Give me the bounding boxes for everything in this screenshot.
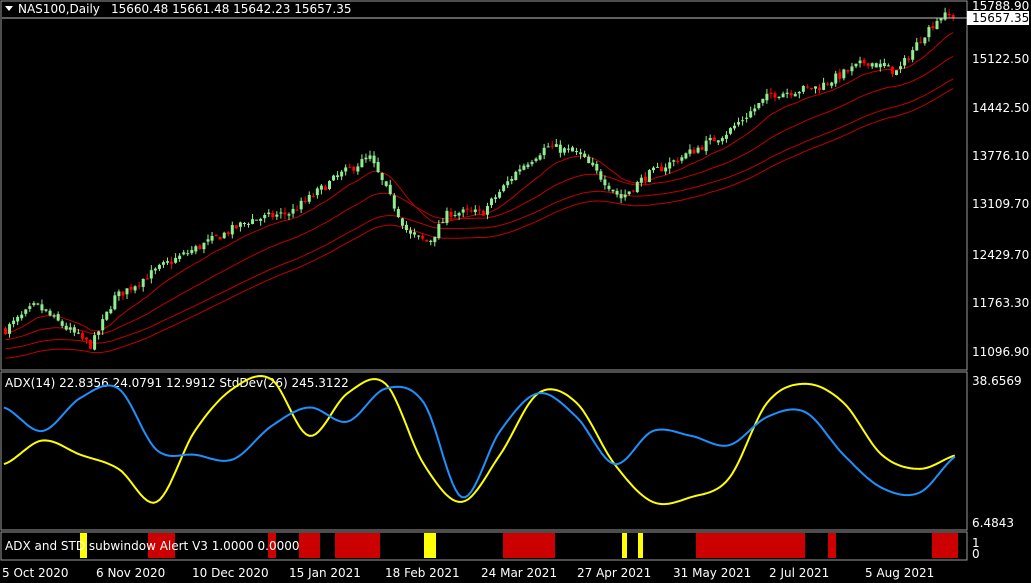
- alert-bar: [932, 533, 958, 558]
- ohlc-readout: 15660.48 15661.48 15642.23 15657.35: [111, 2, 351, 16]
- alert-bar: [638, 533, 643, 558]
- candle: [647, 169, 651, 183]
- time-tick: 2 Jul 2021: [769, 566, 829, 580]
- candle: [684, 152, 688, 160]
- alert-bar: [424, 533, 436, 558]
- price-tick: 15122.50: [972, 52, 1029, 66]
- candle: [89, 339, 93, 350]
- price-tick: 11763.30: [972, 296, 1029, 310]
- alert-bar: [299, 533, 320, 558]
- time-tick: 5 Aug 2021: [865, 566, 934, 580]
- symbol-title: NAS100,Daily: [18, 2, 100, 16]
- alert-bar: [622, 533, 627, 558]
- time-tick: 27 Apr 2021: [577, 566, 651, 580]
- adx-axis-top: 38.6569: [972, 374, 1022, 388]
- price-tick: 12429.70: [972, 248, 1029, 262]
- time-tick: 24 Mar 2021: [481, 566, 557, 580]
- alert-bar: [503, 533, 555, 558]
- time-tick: 31 May 2021: [673, 566, 751, 580]
- time-tick: 15 Jan 2021: [289, 566, 361, 580]
- current-price-label: 15657.35: [972, 11, 1029, 25]
- candle: [635, 180, 639, 193]
- price-tick: 13109.70: [972, 197, 1029, 211]
- time-tick: 5 Oct 2020: [2, 566, 69, 580]
- adx-axis-bottom: 6.4843: [972, 516, 1014, 530]
- alert-title: ADX and STD subwindow Alert V3 1.0000 0.…: [5, 539, 300, 553]
- candle: [255, 219, 259, 221]
- price-tick: 11096.90: [972, 345, 1029, 359]
- candle: [332, 174, 336, 181]
- time-tick: 6 Nov 2020: [96, 566, 165, 580]
- alert-axis-bottom: 0: [972, 547, 980, 561]
- time-tick: 10 Dec 2020: [192, 566, 269, 580]
- price-tick: 13776.10: [972, 149, 1029, 163]
- adx-window-frame: [0, 371, 968, 531]
- alert-bar: [828, 533, 836, 558]
- alert-bar: [335, 533, 380, 558]
- price-tick: 14442.50: [972, 101, 1029, 115]
- candle: [895, 70, 898, 76]
- price-axis: 15788.90 15122.50 14442.50 13776.10 1310…: [972, 0, 1029, 359]
- chart-canvas[interactable]: NAS100,Daily 15660.48 15661.48 15642.23 …: [0, 0, 1031, 583]
- candle: [105, 311, 109, 322]
- candle: [514, 170, 518, 181]
- time-tick: 18 Feb 2021: [385, 566, 460, 580]
- candle: [328, 180, 331, 191]
- candle: [222, 231, 226, 239]
- adx-title: ADX(14) 22.8356 24.0791 12.9912 StdDev(2…: [5, 376, 349, 390]
- alert-bar: [696, 533, 805, 558]
- candle: [874, 62, 878, 68]
- time-axis: 5 Oct 2020 6 Nov 2020 10 Dec 2020 15 Jan…: [2, 566, 934, 580]
